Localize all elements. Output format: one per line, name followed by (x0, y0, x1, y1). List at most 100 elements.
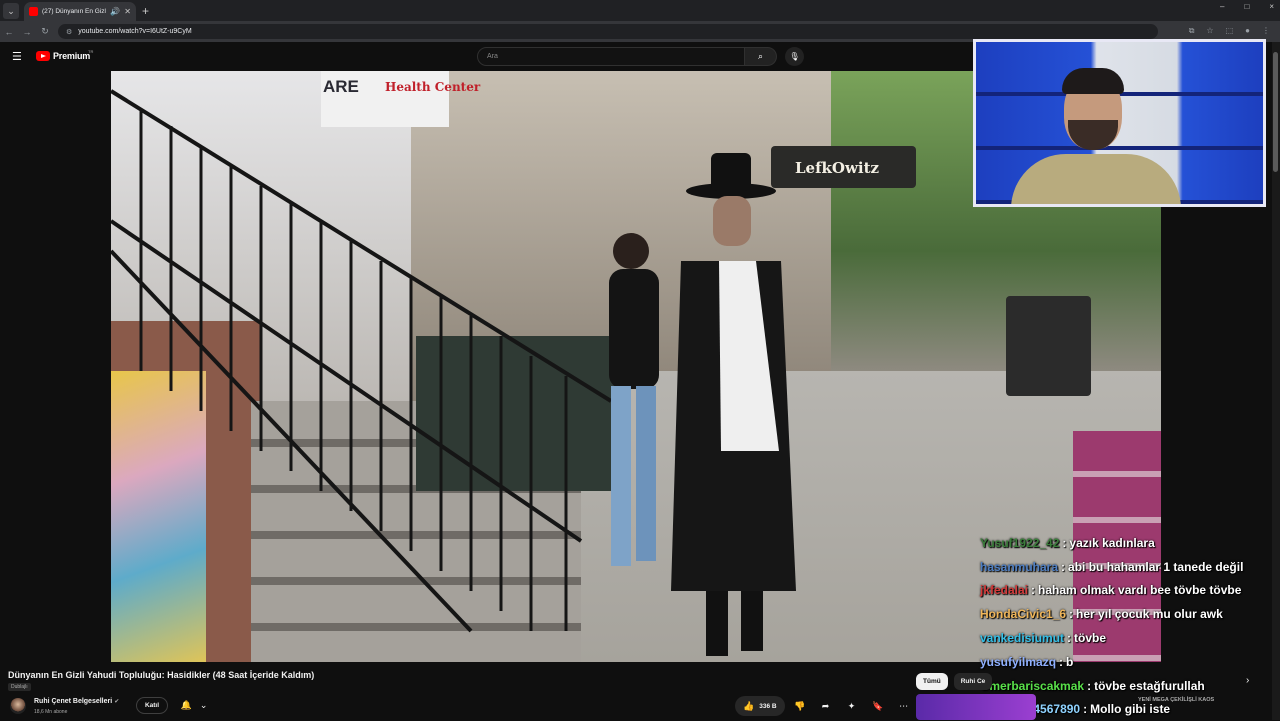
chat-separator: : (1062, 535, 1067, 550)
chat-text: her yıl çocuk mu olur awk (1076, 607, 1223, 622)
search-icon: ⌕ (757, 51, 764, 61)
thumbs-up-icon: 👍 (743, 700, 755, 711)
speaker-icon[interactable]: 🔊 (110, 7, 120, 16)
chat-username: hasanmuhara (980, 559, 1059, 574)
chevron-down-icon: ⌄ (199, 700, 208, 710)
chat-message: Yusuf1922_42: yazık kadınlara (976, 531, 1276, 555)
chat-message: hasanmuhara: abi bu hahamlar 1 tanede değ… (976, 555, 1276, 579)
verified-icon: ✔ (114, 699, 120, 705)
cast-icon[interactable]: ⧉ (1189, 26, 1195, 36)
chat-separator: : (1083, 702, 1088, 717)
omnibox[interactable]: ⚙ youtube.com/watch?v=I6UtZ-u9CyM (58, 24, 1158, 39)
search-input[interactable]: Ara (477, 47, 745, 66)
reload-icon[interactable]: ↻ (36, 26, 54, 37)
chat-username: vankedisiumut (980, 631, 1065, 646)
ask-button[interactable]: ✦ (841, 696, 863, 716)
recommended-video-thumbnail[interactable] (916, 694, 1036, 720)
chat-username: Omerbariscakmak (980, 678, 1085, 693)
chevron-right-icon[interactable]: › (1246, 675, 1249, 686)
bookmark-star-icon[interactable]: ☆ (1206, 26, 1213, 36)
more-horizontal-icon: ⋯ (899, 700, 909, 711)
chat-text: haham olmak vardı bee tövbe tövbe (1038, 583, 1242, 598)
video-title: Dünyanın En Gizli Yahudi Topluluğu: Hasi… (8, 670, 315, 680)
maximize-button[interactable]: □ (1244, 2, 1249, 11)
chat-separator: : (1061, 559, 1066, 574)
extension-icons: ⧉ ☆ ⬚ ● ⋮ (1189, 26, 1270, 36)
url-text[interactable]: youtube.com/watch?v=I6UtZ-u9CyM (78, 28, 191, 35)
hamburger-menu-icon[interactable]: ☰ (12, 50, 22, 63)
webcam-shirt (1011, 154, 1181, 204)
menu-icon[interactable]: ⋮ (1262, 26, 1270, 36)
chat-text: abi bu hahamlar 1 tanede değil (1068, 559, 1244, 574)
join-button[interactable]: Katıl (136, 697, 168, 714)
like-count: 336 B (759, 702, 777, 710)
chat-text: tövbe estağfurullah (1094, 678, 1205, 693)
profile-icon[interactable]: ● (1245, 26, 1250, 36)
more-actions-button[interactable]: ⋯ (893, 696, 915, 716)
chip-channel[interactable]: Ruhi Ce (953, 673, 993, 690)
search-button[interactable]: ⌕ (745, 47, 777, 66)
bell-icon: 🔔 (180, 700, 192, 710)
page-scrollbar-thumb[interactable] (1273, 52, 1278, 172)
close-tab-icon[interactable]: ✕ (124, 7, 131, 16)
chat-separator: : (1031, 583, 1036, 598)
webcam-hair (1062, 68, 1124, 94)
chat-separator: : (1059, 654, 1064, 669)
new-tab-icon[interactable]: + (142, 4, 149, 18)
store-sign-text: LefkOwitz (795, 159, 880, 177)
chat-username: jkfedalai (980, 583, 1029, 598)
chat-text: yazık kadınlara (1069, 535, 1155, 550)
chat-message: HondaCivic1_6: her yıl çocuk mu olur awk (976, 602, 1276, 626)
tab-search-icon[interactable]: ⌄ (3, 2, 19, 19)
thumbs-down-icon: 👎 (793, 700, 806, 711)
chat-username: yusufyilmazq (980, 654, 1057, 669)
chat-text: b (1066, 654, 1074, 669)
recommendation-chips: Tümü Ruhi Ce (916, 673, 993, 690)
chat-separator: : (1069, 607, 1074, 622)
extensions-icon[interactable]: ⬚ (1226, 26, 1234, 36)
tab-title: (27) Dünyanın En Gizli Yahu (42, 8, 107, 15)
chat-username: Yusuf1922_42 (980, 535, 1060, 550)
dubbed-badge: Dublajlı (8, 683, 31, 691)
back-icon[interactable]: ← (0, 27, 18, 37)
logo-region: TR (88, 49, 94, 54)
subscription-bell-button[interactable]: 🔔 ⌄ (172, 697, 216, 714)
share-icon: ➦ (821, 700, 830, 711)
trash-bin-right (1006, 296, 1091, 396)
sparkle-icon: ✦ (847, 700, 856, 711)
chat-message: vankedisiumut: tövbe (976, 626, 1276, 650)
microphone-icon: 🎙 (789, 52, 800, 61)
dislike-button[interactable]: 👎 (789, 696, 811, 716)
iron-railing (111, 89, 611, 633)
chat-text: tövbe (1074, 631, 1107, 646)
forward-icon[interactable]: → (18, 27, 36, 37)
share-button[interactable]: ➦ (815, 696, 837, 716)
channel-avatar[interactable] (10, 698, 26, 714)
bookmark-icon: 🔖 (871, 700, 884, 711)
save-button[interactable]: 🔖 (867, 696, 889, 716)
close-window-button[interactable]: × (1269, 2, 1274, 11)
chat-username: HondaCivic1_6 (980, 607, 1067, 622)
streamer-webcam (973, 39, 1266, 207)
chat-separator: : (1087, 678, 1092, 693)
chat-separator: : (1067, 631, 1072, 646)
youtube-logo[interactable]: Premium TR (36, 49, 94, 61)
minimize-button[interactable]: – (1220, 2, 1224, 11)
voice-search-button[interactable]: 🎙 (785, 47, 804, 66)
browser-tab-bar: ⌄ (27) Dünyanın En Gizli Yahu 🔊 ✕ + – □ … (0, 0, 1280, 21)
site-info-icon[interactable]: ⚙ (66, 28, 72, 36)
channel-name[interactable]: Ruhi Çenet Belgeselleri (34, 698, 112, 705)
like-button[interactable]: 👍 336 B (735, 696, 785, 716)
subscriber-count: 18,6 Mn abone (34, 709, 68, 715)
chat-message: yusufyilmazq: b (976, 650, 1276, 674)
chat-text: Mollo gibi iste (1090, 702, 1171, 717)
window-controls: – □ × (1220, 2, 1274, 11)
chat-overlay: Yusuf1922_42: yazık kadınlara hasanmuhara:… (976, 531, 1276, 721)
youtube-play-icon (36, 51, 50, 61)
logo-text: Premium (53, 51, 91, 61)
chip-all[interactable]: Tümü (916, 673, 948, 690)
channel-name-row[interactable]: Ruhi Çenet Belgeselleri ✔ (34, 698, 119, 705)
browser-tab[interactable]: (27) Dünyanın En Gizli Yahu 🔊 ✕ (24, 2, 136, 21)
recommended-video-title[interactable]: YENİ MEGA ÇEKİLİŞLİ KAOS (1138, 697, 1214, 703)
youtube-favicon-icon (29, 7, 38, 16)
